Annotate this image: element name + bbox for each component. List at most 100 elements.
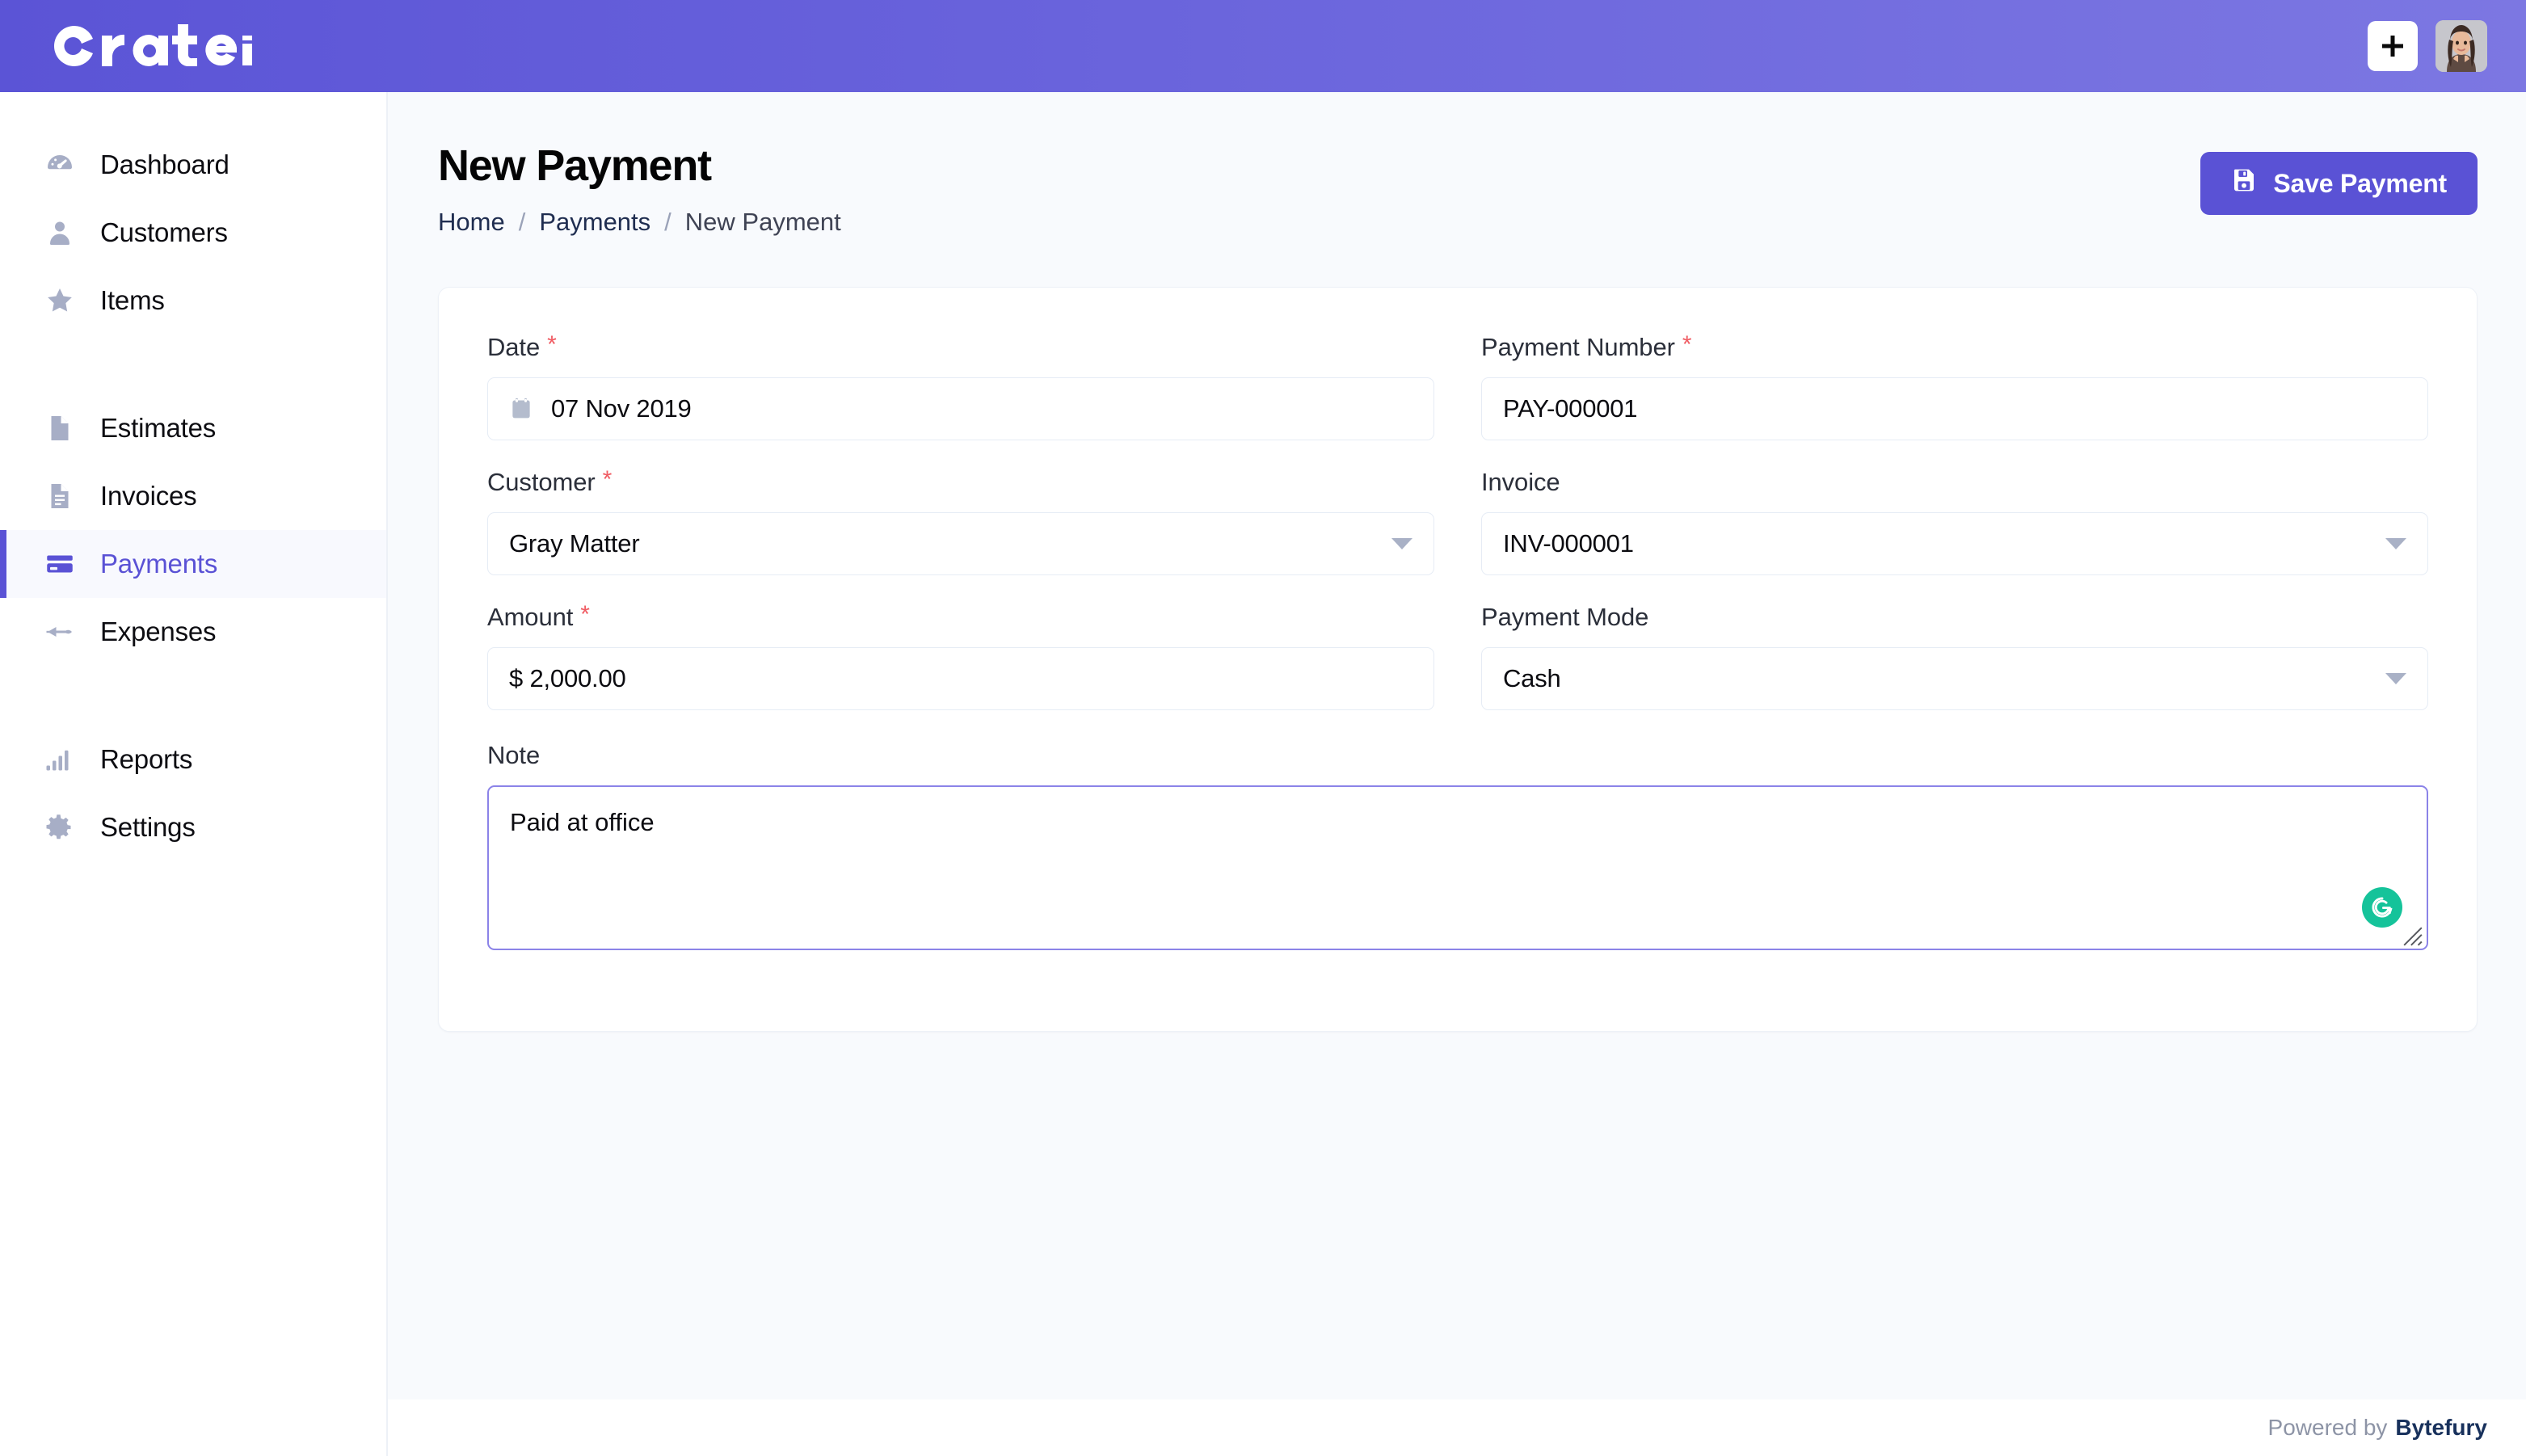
required-asterisk: * [547,331,557,359]
breadcrumb-separator: / [518,208,526,237]
amount-value: $ 2,000.00 [509,664,626,693]
save-payment-button[interactable]: Save Payment [2200,152,2478,215]
main-content: New Payment Home / Payments / New Paymen… [388,92,2526,1456]
user-avatar-image [2435,20,2487,72]
page-header: New Payment Home / Payments / New Paymen… [438,141,2478,237]
field-customer: Customer * Gray Matter [487,466,1434,576]
required-asterisk: * [1682,331,1692,359]
credit-card-icon [45,549,82,579]
payment-number-input[interactable]: PAY-000001 [1481,377,2428,441]
note-textarea[interactable]: Paid at office [487,785,2428,951]
invoice-value: INV-000001 [1503,529,1634,558]
sidebar-item-invoices[interactable]: Invoices [0,462,386,530]
breadcrumb-payments[interactable]: Payments [539,208,650,237]
sidebar-item-label: Expenses [100,616,217,646]
payment-mode-label: Payment Mode [1481,603,1649,632]
sidebar-item-label: Customers [100,217,228,247]
amount-label: Amount [487,603,574,632]
rocket-icon [45,617,82,646]
sidebar-item-settings[interactable]: Settings [0,793,386,861]
note-label: Note [487,741,541,770]
customer-label: Customer [487,468,596,497]
field-date: Date * 07 Nov 2019 [487,333,1434,441]
footer: Powered by Bytefury [388,1399,2526,1456]
sidebar: Dashboard Customers Items Estimates Invo… [0,92,388,1456]
save-disk-icon [2231,167,2257,200]
field-payment-number: Payment Number * PAY-000001 [1481,333,2428,441]
app-body: Dashboard Customers Items Estimates Invo… [0,92,2526,1456]
crater-wordmark-icon [54,24,252,67]
payment-number-value: PAY-000001 [1503,394,1638,423]
user-icon [45,218,82,247]
crater-logo[interactable] [50,21,252,71]
sidebar-item-items[interactable]: Items [0,267,386,335]
sidebar-item-label: Estimates [100,413,217,443]
sidebar-group-documents: Estimates Invoices Payments Expenses [0,394,386,666]
main-scroll-area: New Payment Home / Payments / New Paymen… [388,92,2526,1399]
date-label-row: Date * [487,333,1434,362]
app-root: Dashboard Customers Items Estimates Invo… [0,0,2526,1456]
sidebar-group-system: Reports Settings [0,726,386,861]
add-button[interactable] [2368,21,2418,71]
chevron-down-icon [1391,538,1412,550]
invoice-select[interactable]: INV-000001 [1481,512,2428,576]
invoice-label: Invoice [1481,468,1560,497]
date-label: Date [487,333,541,362]
document-lines-icon [45,482,82,511]
invoice-label-row: Invoice [1481,468,2428,497]
calendar-icon [509,397,533,421]
amount-label-row: Amount * [487,603,1434,632]
bar-chart-icon [45,745,82,774]
note-value: Paid at office [510,808,655,837]
page-header-left: New Payment Home / Payments / New Paymen… [438,141,841,237]
sidebar-item-label: Dashboard [100,149,229,179]
required-asterisk: * [580,601,590,629]
sidebar-item-estimates[interactable]: Estimates [0,394,386,462]
header-actions [2368,20,2487,72]
sidebar-item-customers[interactable]: Customers [0,199,386,267]
payment-mode-value: Cash [1503,664,1561,693]
sidebar-item-label: Settings [100,812,196,842]
form-grid: Date * 07 Nov 2019 Payment Number * PAY-… [487,333,2428,738]
customer-select[interactable]: Gray Matter [487,512,1434,576]
sidebar-item-label: Payments [100,549,218,579]
payment-mode-select[interactable]: Cash [1481,647,2428,711]
gear-icon [45,813,82,842]
avatar[interactable] [2435,20,2487,72]
required-asterisk: * [602,466,613,494]
breadcrumb-home[interactable]: Home [438,208,505,237]
amount-input[interactable]: $ 2,000.00 [487,647,1434,711]
bytefury-brand[interactable]: Bytefury [2395,1415,2487,1441]
field-invoice: Invoice INV-000001 [1481,468,2428,576]
resize-handle[interactable] [2402,924,2423,946]
payment-number-label-row: Payment Number * [1481,333,2428,362]
field-note: Note Paid at office [487,741,2428,951]
sidebar-divider-1 [0,335,386,394]
top-header [0,0,2526,92]
breadcrumb-current: New Payment [684,208,841,237]
payment-mode-label-row: Payment Mode [1481,603,2428,632]
sidebar-item-reports[interactable]: Reports [0,726,386,793]
customer-value: Gray Matter [509,529,640,558]
powered-by-label: Powered by [2267,1415,2388,1440]
grammarly-icon[interactable] [2362,887,2402,928]
sidebar-item-label: Items [100,285,165,315]
date-value: 07 Nov 2019 [551,394,692,423]
document-icon [45,414,82,443]
sidebar-divider-2 [0,666,386,726]
plus-icon [2382,36,2403,57]
sidebar-group-main: Dashboard Customers Items [0,131,386,335]
date-input[interactable]: 07 Nov 2019 [487,377,1434,441]
payment-form-card: Date * 07 Nov 2019 Payment Number * PAY-… [438,287,2478,1033]
save-payment-label: Save Payment [2273,168,2447,198]
star-icon [45,286,82,315]
payment-number-label: Payment Number [1481,333,1675,362]
breadcrumb-separator: / [664,208,671,237]
sidebar-item-expenses[interactable]: Expenses [0,598,386,666]
field-amount: Amount * $ 2,000.00 [487,603,1434,711]
sidebar-item-dashboard[interactable]: Dashboard [0,131,386,199]
sidebar-item-payments[interactable]: Payments [0,530,386,598]
field-payment-mode: Payment Mode Cash [1481,603,2428,711]
breadcrumb: Home / Payments / New Payment [438,208,841,237]
speedometer-icon [45,150,82,179]
